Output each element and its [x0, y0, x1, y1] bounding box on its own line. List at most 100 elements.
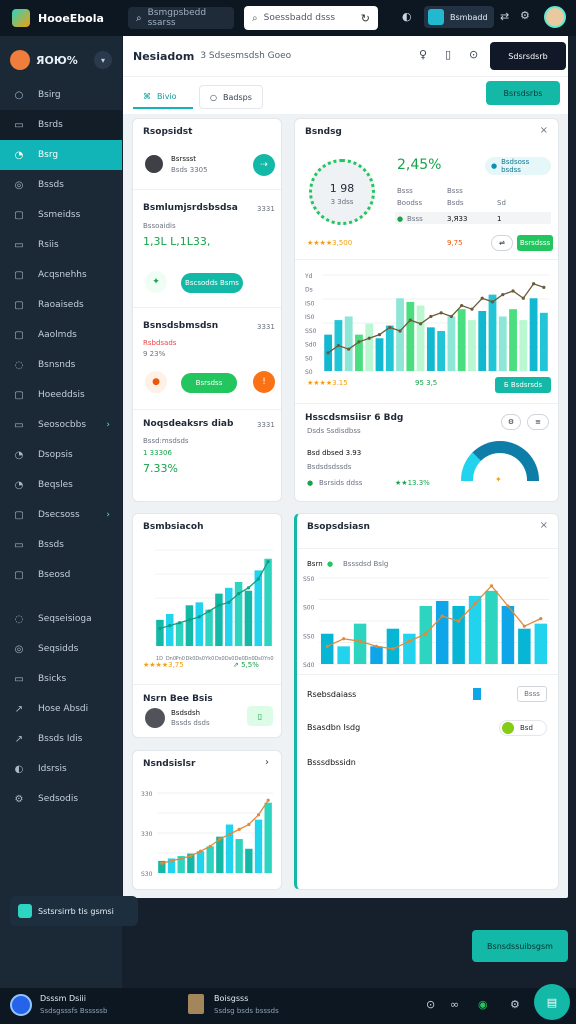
apply-button[interactable]: Bsrsdsss — [517, 235, 553, 251]
primary-cta-button[interactable]: Bsnsdssuibsgsm — [472, 930, 568, 962]
message-icon[interactable]: ▯ — [247, 706, 273, 726]
bell-icon[interactable]: ▯ — [445, 48, 451, 61]
settings-icon[interactable]: ⚙ — [501, 414, 521, 430]
page-subtitle: 3 Sdsesmsdsh Goeo — [200, 51, 292, 61]
user-icon[interactable]: ♀ — [419, 48, 427, 61]
sidebar-item[interactable]: ▭ Bsrds — [0, 110, 122, 140]
sidebar-item[interactable]: ▭ Bsicks — [0, 664, 122, 694]
divider — [133, 409, 281, 410]
user-avatar[interactable] — [10, 994, 32, 1016]
trend-chip[interactable]: ● Bsdsoss bsdss — [485, 157, 551, 175]
person-avatar — [145, 155, 163, 173]
series-point — [424, 632, 428, 636]
sidebar-item[interactable]: ▭ Seosocbbs › — [0, 410, 122, 440]
sidebar-cta[interactable]: Sstsrsirrb tis gsmsi — [10, 896, 138, 926]
tab-overview[interactable]: ⌘ Bivio — [133, 85, 193, 109]
sidebar-item[interactable]: ▢ Bseosd — [0, 560, 122, 590]
sidebar-item[interactable]: ◐ Idsrsis — [0, 754, 122, 784]
y-tick-label: Yd — [304, 273, 313, 280]
y-tick-label: S50 — [303, 576, 315, 583]
series-point — [429, 314, 433, 319]
tab-action-button[interactable]: Bsrsdsrbs — [486, 81, 560, 105]
sidebar-item[interactable]: ↗ Bssds Idis — [0, 724, 122, 754]
sidebar-item-icon: ▭ — [14, 119, 24, 131]
header-action-button[interactable]: Sdsrsdsrb — [490, 42, 566, 70]
sidebar-item[interactable]: ▢ Hoeeddsis — [0, 380, 122, 410]
series-point — [521, 296, 525, 300]
series-point — [539, 617, 543, 621]
sidebar-item[interactable]: ◎ Seqsidds — [0, 634, 122, 664]
sidebar-item-icon: ▢ — [14, 269, 24, 281]
bar — [509, 309, 517, 371]
filter-icon[interactable]: ≡ — [527, 414, 549, 430]
sidebar-item[interactable]: ▢ Dsecsoss › — [0, 500, 122, 530]
sidebar-item[interactable]: ◌ Seqseisioga — [0, 604, 122, 634]
item-sub: Ssdsg bsds bsssds — [214, 1007, 279, 1015]
status-icon[interactable]: ◉ — [478, 998, 488, 1011]
sidebar-item[interactable]: ⚙ Sedsodis — [0, 784, 122, 814]
close-icon[interactable]: × — [540, 125, 548, 136]
series-point — [217, 603, 221, 607]
sidebar-item[interactable]: ◔ Dsopsis — [0, 440, 122, 470]
sidebar-item[interactable]: ▢ Raoaiseds — [0, 290, 122, 320]
sidebar-item[interactable]: ▢ Ssmeidss — [0, 200, 122, 230]
chevron-right-icon[interactable]: › — [265, 757, 269, 768]
row-label: Rsebsdaiass — [307, 690, 357, 699]
share-icon[interactable]: ⇢ — [253, 154, 275, 176]
refresh-icon[interactable]: ↻ — [361, 12, 370, 25]
series-point — [169, 859, 174, 863]
sidebar-item[interactable]: ◌ Bsnsnds — [0, 350, 122, 380]
sidebar-item-icon: ▭ — [14, 539, 24, 551]
close-icon[interactable]: × — [540, 520, 548, 531]
settings-icon[interactable]: ⚙ — [510, 998, 520, 1011]
sidebar-item[interactable]: ○ Bsirg — [0, 80, 122, 110]
tab-details[interactable]: ○ Badsps — [199, 85, 263, 109]
y-tick-label: S0 — [305, 355, 313, 362]
card-title: Bsndsg — [305, 127, 342, 137]
sidebar-item[interactable]: ▢ Aaolmds — [0, 320, 122, 350]
sidebar-item[interactable]: ▭ Rsiis — [0, 230, 122, 260]
clock-icon[interactable]: ⊙ — [426, 998, 435, 1011]
floating-action-button[interactable]: ▤ — [534, 984, 570, 1020]
bar — [385, 325, 394, 371]
row-button[interactable]: Bsss — [517, 686, 547, 702]
row-marker — [473, 688, 481, 700]
sidebar-item-icon: ▢ — [14, 569, 24, 581]
sidebar-item[interactable]: ↗ Hose Absdi — [0, 694, 122, 724]
main-header: Nesiadom 3 Sdsesmsdsh Goeo ♀ ▯ ⊙ Sdsrsds… — [123, 36, 568, 76]
theme-toggle-icon[interactable]: ◐ — [402, 10, 412, 23]
table-cell: Bsss — [397, 187, 413, 195]
sidebar-item[interactable]: ▢ Acqsnehhs — [0, 260, 122, 290]
notification-icon[interactable]: ⚙ — [520, 9, 530, 22]
sidebar-item-label: Raoaiseds — [38, 300, 84, 310]
bar — [185, 605, 194, 646]
chart-action-button[interactable]: Б Bsdsrsds — [495, 377, 551, 393]
search-input[interactable]: ⌕ Soessbadd dsss ↻ — [244, 6, 378, 30]
sidebar-item[interactable]: ▭ Bssds — [0, 530, 122, 560]
sidebar-item[interactable]: ◎ Bssds — [0, 170, 122, 200]
table-cell: Bsss — [407, 215, 423, 223]
app-logo-icon[interactable] — [12, 9, 30, 27]
legend-label: Bsrn — [307, 560, 323, 568]
table-cell: Bsds — [447, 199, 464, 207]
bar — [205, 609, 213, 646]
workspace-chip[interactable]: Bsmbadd — [424, 6, 494, 28]
table-cell: 3,Я33 — [447, 215, 468, 223]
sidebar-item[interactable]: ◔ Beqsles — [0, 470, 122, 500]
alert-icon[interactable]: ! — [253, 371, 275, 393]
series-point — [501, 293, 505, 297]
sidebar-item-label: Ssmeidss — [38, 210, 81, 220]
row-toggle[interactable]: Bsd — [499, 720, 547, 736]
sidebar-item[interactable]: ◔ Bsrg — [0, 140, 122, 170]
user-avatar[interactable] — [544, 6, 566, 28]
toggle-icon[interactable]: ⇌ — [491, 235, 513, 251]
section-button[interactable]: Bsrsdss — [181, 373, 237, 393]
search-input-dark[interactable]: ⌕ Bsmgpsbedd ssarss — [128, 7, 234, 29]
info-icon[interactable]: ⊙ — [469, 48, 478, 61]
section-button[interactable]: Bscsodds Bsms — [181, 273, 243, 293]
link-icon[interactable]: ∞ — [450, 998, 459, 1011]
collapse-icon[interactable]: ▾ — [94, 51, 112, 69]
tab-icon: ○ — [210, 92, 217, 102]
swap-icon[interactable]: ⇄ — [500, 10, 509, 23]
sidebar-item-icon: ▢ — [14, 389, 24, 401]
